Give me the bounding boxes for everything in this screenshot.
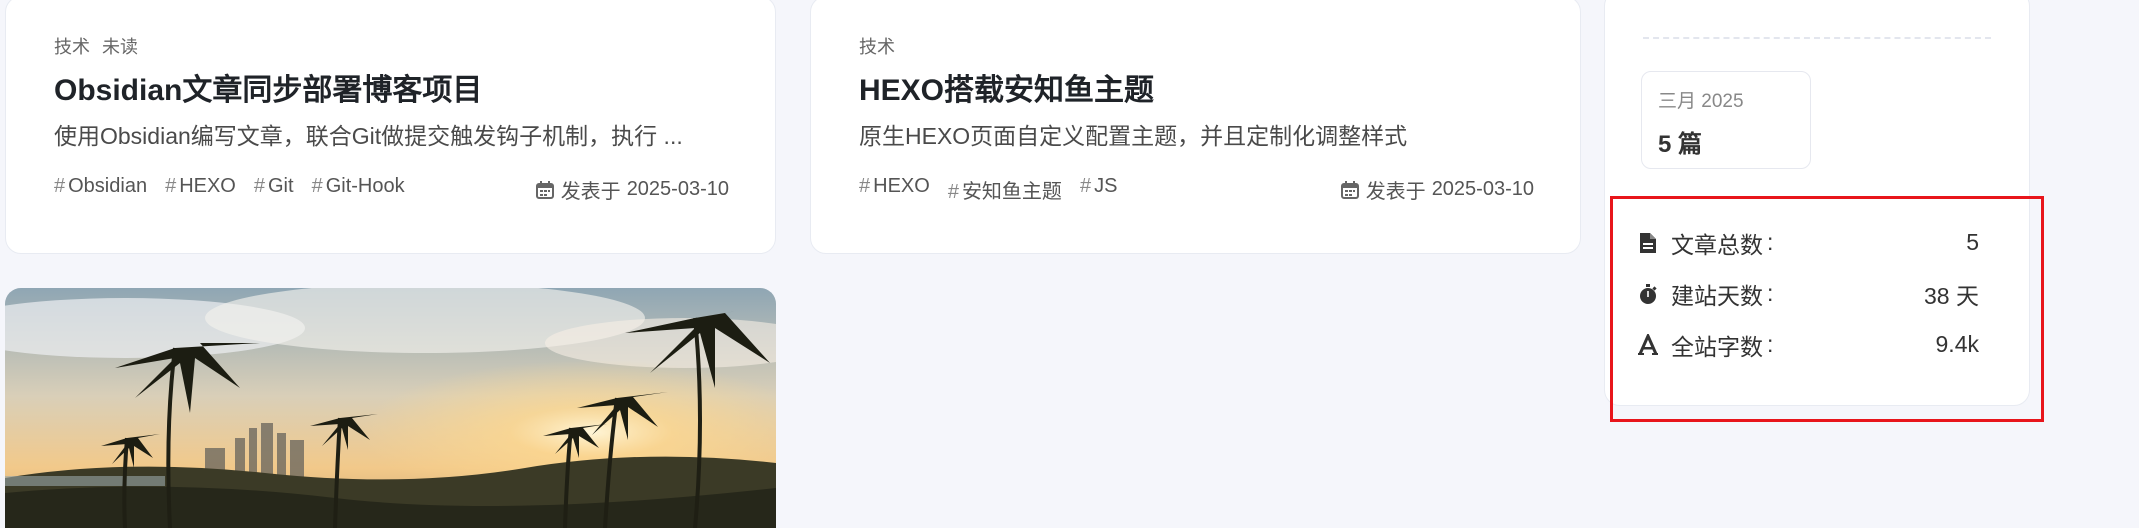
archive-item[interactable]: 三月 2025 5 篇: [1641, 71, 1811, 169]
date-value: 2025-03-10: [1431, 178, 1534, 200]
post-tags: # Obsidian # HEXO # Git # Git-Hook: [54, 175, 405, 198]
post-date: 发表于 2025-03-10: [535, 175, 729, 204]
category-link[interactable]: 未读: [102, 33, 138, 59]
post-cover-image[interactable]: [5, 288, 776, 528]
hash-icon: #: [859, 175, 871, 197]
post-categories: 技术: [859, 33, 895, 59]
post-categories: 技术 未读: [54, 33, 138, 59]
date-value: 2025-03-10: [626, 178, 729, 200]
calendar-icon: [535, 180, 555, 200]
hash-icon: #: [165, 175, 177, 197]
hash-icon: #: [253, 175, 265, 197]
post-excerpt: 原生HEXO页面自定义配置主题，并且定制化调整样式: [859, 123, 1408, 149]
hash-icon: #: [1079, 175, 1092, 197]
hash-icon: #: [947, 181, 959, 203]
archive-count: 5 篇: [1658, 131, 1703, 158]
tag-link[interactable]: # 安知鱼主题: [948, 175, 1062, 204]
post-card[interactable]: 技术 HEXO搭载安知鱼主题 原生HEXO页面自定义配置主题，并且定制化调整样式…: [810, 0, 1581, 254]
tag-link[interactable]: # HEXO: [859, 175, 930, 204]
date-prefix: 发表于: [560, 181, 621, 203]
post-date: 发表于 2025-03-10: [1340, 175, 1534, 204]
divider: [1643, 37, 1991, 39]
tag-link[interactable]: # Git: [254, 175, 294, 198]
date-prefix: 发表于: [1365, 181, 1426, 203]
post-title[interactable]: HEXO搭载安知鱼主题: [859, 65, 1154, 109]
archive-month: 三月 2025: [1658, 91, 1744, 112]
post-title[interactable]: Obsidian文章同步部署博客项目: [54, 65, 482, 109]
calendar-icon: [1340, 180, 1360, 200]
tag-link[interactable]: # JS: [1080, 175, 1117, 204]
tag-link[interactable]: # Obsidian: [54, 175, 147, 198]
highlight-annotation-box: [1610, 196, 2044, 422]
category-link[interactable]: 技术: [54, 33, 90, 59]
post-tags: # HEXO # 安知鱼主题 # JS: [859, 175, 1117, 204]
hash-icon: #: [54, 175, 66, 197]
tag-link[interactable]: # HEXO: [165, 175, 236, 198]
post-excerpt: 使用Obsidian编写文章，联合Git做提交触发钩子机制，执行 ...: [54, 123, 683, 149]
category-link[interactable]: 技术: [859, 33, 895, 59]
palm-sunset-image: [5, 288, 776, 528]
post-card[interactable]: 技术 未读 Obsidian文章同步部署博客项目 使用Obsidian编写文章，…: [5, 0, 776, 254]
tag-link[interactable]: # Git-Hook: [312, 175, 405, 198]
hash-icon: #: [311, 175, 323, 197]
